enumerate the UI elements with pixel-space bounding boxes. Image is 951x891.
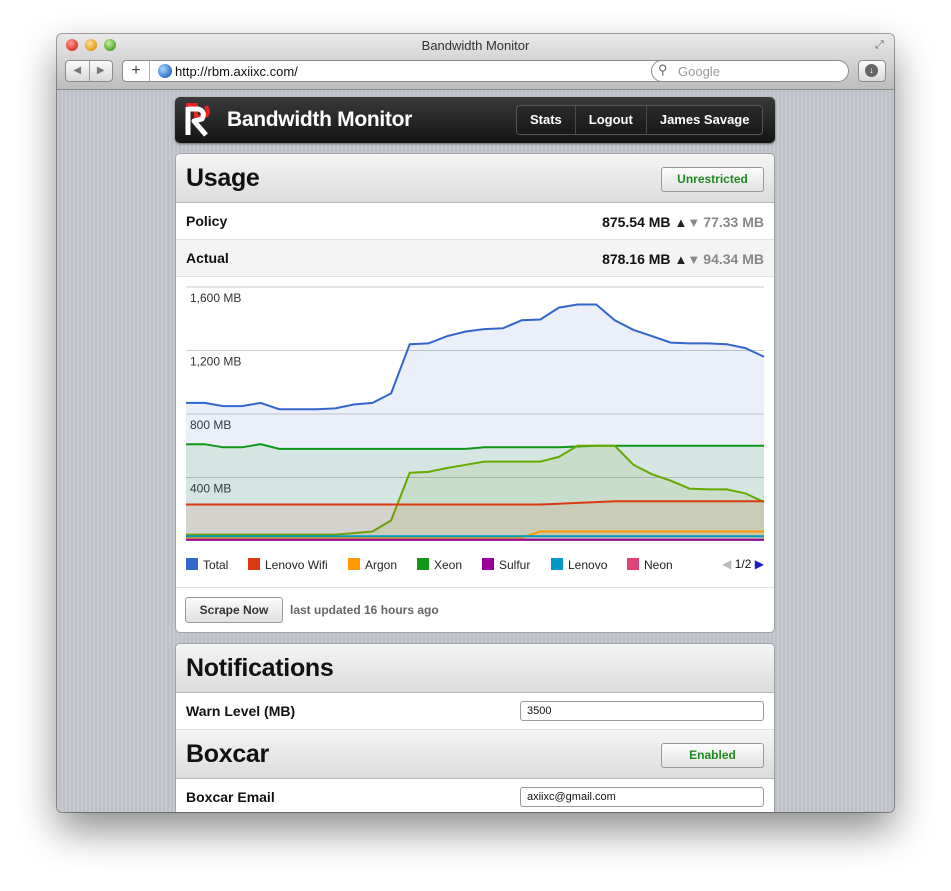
- legend-label: Lenovo Wifi: [265, 558, 328, 572]
- usage-title: Usage: [186, 164, 260, 192]
- back-forward-buttons: ◀ ▶: [65, 60, 113, 82]
- boxcar-enabled-button[interactable]: Enabled: [661, 743, 764, 768]
- fullscreen-icon[interactable]: ⤢: [875, 39, 888, 52]
- address-bar[interactable]: + http://rbm.axiixc.com/ ↻: [122, 60, 700, 82]
- policy-label: Policy: [186, 213, 228, 229]
- up-triangle-icon: ▲: [674, 252, 688, 267]
- url-text[interactable]: http://rbm.axiixc.com/: [175, 64, 298, 79]
- policy-delta: 77.33 MB: [703, 214, 764, 230]
- legend-item[interactable]: Argon: [348, 558, 397, 572]
- search-icon: ⚲: [658, 62, 668, 77]
- add-bookmark-button[interactable]: +: [123, 61, 150, 81]
- legend-item[interactable]: Lenovo Wifi: [248, 558, 328, 572]
- policy-value: 875.54 MB: [602, 214, 671, 230]
- policy-row: Policy 875.54 MB ▲▼ 77.33 MB: [176, 203, 774, 240]
- legend-item[interactable]: Total: [186, 558, 228, 572]
- legend-swatch: [551, 558, 563, 570]
- last-updated-text: last updated 16 hours ago: [290, 603, 439, 617]
- actual-label: Actual: [186, 250, 229, 266]
- window-title: Bandwidth Monitor: [421, 38, 530, 53]
- notifications-header: Notifications: [176, 644, 774, 693]
- usage-header: Usage Unrestricted: [176, 154, 774, 203]
- legend-label: Lenovo: [568, 558, 608, 572]
- top-nav: Stats Logout James Savage: [516, 105, 764, 135]
- warn-level-label: Warn Level (MB): [186, 703, 296, 719]
- globe-icon: [158, 64, 172, 78]
- boxcar-title: Boxcar: [186, 740, 269, 768]
- down-triangle-icon: ▼: [687, 252, 701, 267]
- legend-label: Argon: [365, 558, 398, 572]
- download-icon: ↓: [865, 64, 878, 77]
- y-tick-label: 1,200 MB: [190, 355, 241, 369]
- down-triangle-icon: ▼: [687, 215, 701, 230]
- legend-pager: ◀ 1/2 ▶: [722, 557, 764, 571]
- legend-swatch: [417, 558, 429, 570]
- scrape-row: Scrape Now last updated 16 hours ago: [176, 588, 774, 632]
- legend-item[interactable]: Sulfur: [482, 558, 530, 572]
- usage-chart-svg: 1,600 MB1,200 MB800 MB400 MB: [186, 286, 765, 541]
- legend-swatch: [627, 558, 639, 570]
- legend-item[interactable]: Neon: [627, 558, 673, 572]
- notifications-panel: Notifications Warn Level (MB) Boxcar Ena…: [175, 643, 775, 812]
- y-tick-label: 1,600 MB: [190, 291, 241, 305]
- legend-prev-icon[interactable]: ◀: [722, 557, 731, 571]
- downloads-button[interactable]: ↓: [858, 60, 886, 82]
- browser-toolbar: Bandwidth Monitor ⤢ ◀ ▶ + http://rbm.axi…: [57, 34, 894, 90]
- search-placeholder: Google: [678, 64, 720, 79]
- legend-label: Xeon: [434, 558, 463, 572]
- actual-values: 878.16 MB ▲▼ 94.34 MB: [602, 251, 764, 267]
- logo-icon: [185, 103, 211, 137]
- notifications-title: Notifications: [186, 654, 334, 682]
- boxcar-header: Boxcar Enabled: [176, 730, 774, 779]
- legend-swatch: [348, 558, 360, 570]
- app-header: Bandwidth Monitor Stats Logout James Sav…: [175, 97, 775, 143]
- boxcar-email-input[interactable]: [520, 787, 764, 807]
- actual-delta: 94.34 MB: [703, 251, 764, 267]
- legend-next-icon[interactable]: ▶: [755, 557, 764, 571]
- nav-user[interactable]: James Savage: [647, 106, 763, 134]
- legend-label: Total: [203, 558, 229, 572]
- actual-row: Actual 878.16 MB ▲▼ 94.34 MB: [176, 240, 774, 277]
- legend-page: 1/2: [734, 557, 752, 571]
- nav-stats[interactable]: Stats: [517, 106, 576, 134]
- boxcar-email-label: Boxcar Email: [186, 789, 275, 805]
- legend-swatch: [248, 558, 260, 570]
- scrape-now-button[interactable]: Scrape Now: [185, 597, 283, 623]
- brand-title: Bandwidth Monitor: [227, 108, 413, 131]
- actual-value: 878.16 MB: [602, 251, 671, 267]
- forward-arrow-icon[interactable]: ▶: [90, 61, 113, 81]
- back-arrow-icon[interactable]: ◀: [66, 61, 90, 81]
- legend-swatch: [482, 558, 494, 570]
- nav-logout[interactable]: Logout: [576, 106, 647, 134]
- restriction-status-button[interactable]: Unrestricted: [661, 167, 764, 192]
- warn-level-row: Warn Level (MB): [176, 693, 774, 730]
- legend-label: Neon: [644, 558, 673, 572]
- legend-item[interactable]: Xeon: [417, 558, 462, 572]
- legend-label: Sulfur: [499, 558, 531, 572]
- usage-panel: Usage Unrestricted Policy 875.54 MB ▲▼ 77.…: [175, 153, 775, 633]
- legend-item[interactable]: Lenovo: [551, 558, 607, 572]
- usage-chart: 1,600 MB 1,200 MB 800 MB 400 MB Total Lenovo…: [176, 277, 774, 588]
- boxcar-email-row: Boxcar Email: [176, 779, 774, 812]
- browser-window: Bandwidth Monitor ⤢ ◀ ▶ + http://rbm.axi…: [57, 34, 894, 812]
- up-triangle-icon: ▲: [674, 215, 688, 230]
- search-field[interactable]: ⚲ Google: [651, 60, 849, 82]
- policy-values: 875.54 MB ▲▼ 77.33 MB: [602, 214, 764, 230]
- legend-swatch: [186, 558, 198, 570]
- page-content: Bandwidth Monitor Stats Logout James Sav…: [57, 90, 894, 812]
- warn-level-input[interactable]: [520, 701, 764, 721]
